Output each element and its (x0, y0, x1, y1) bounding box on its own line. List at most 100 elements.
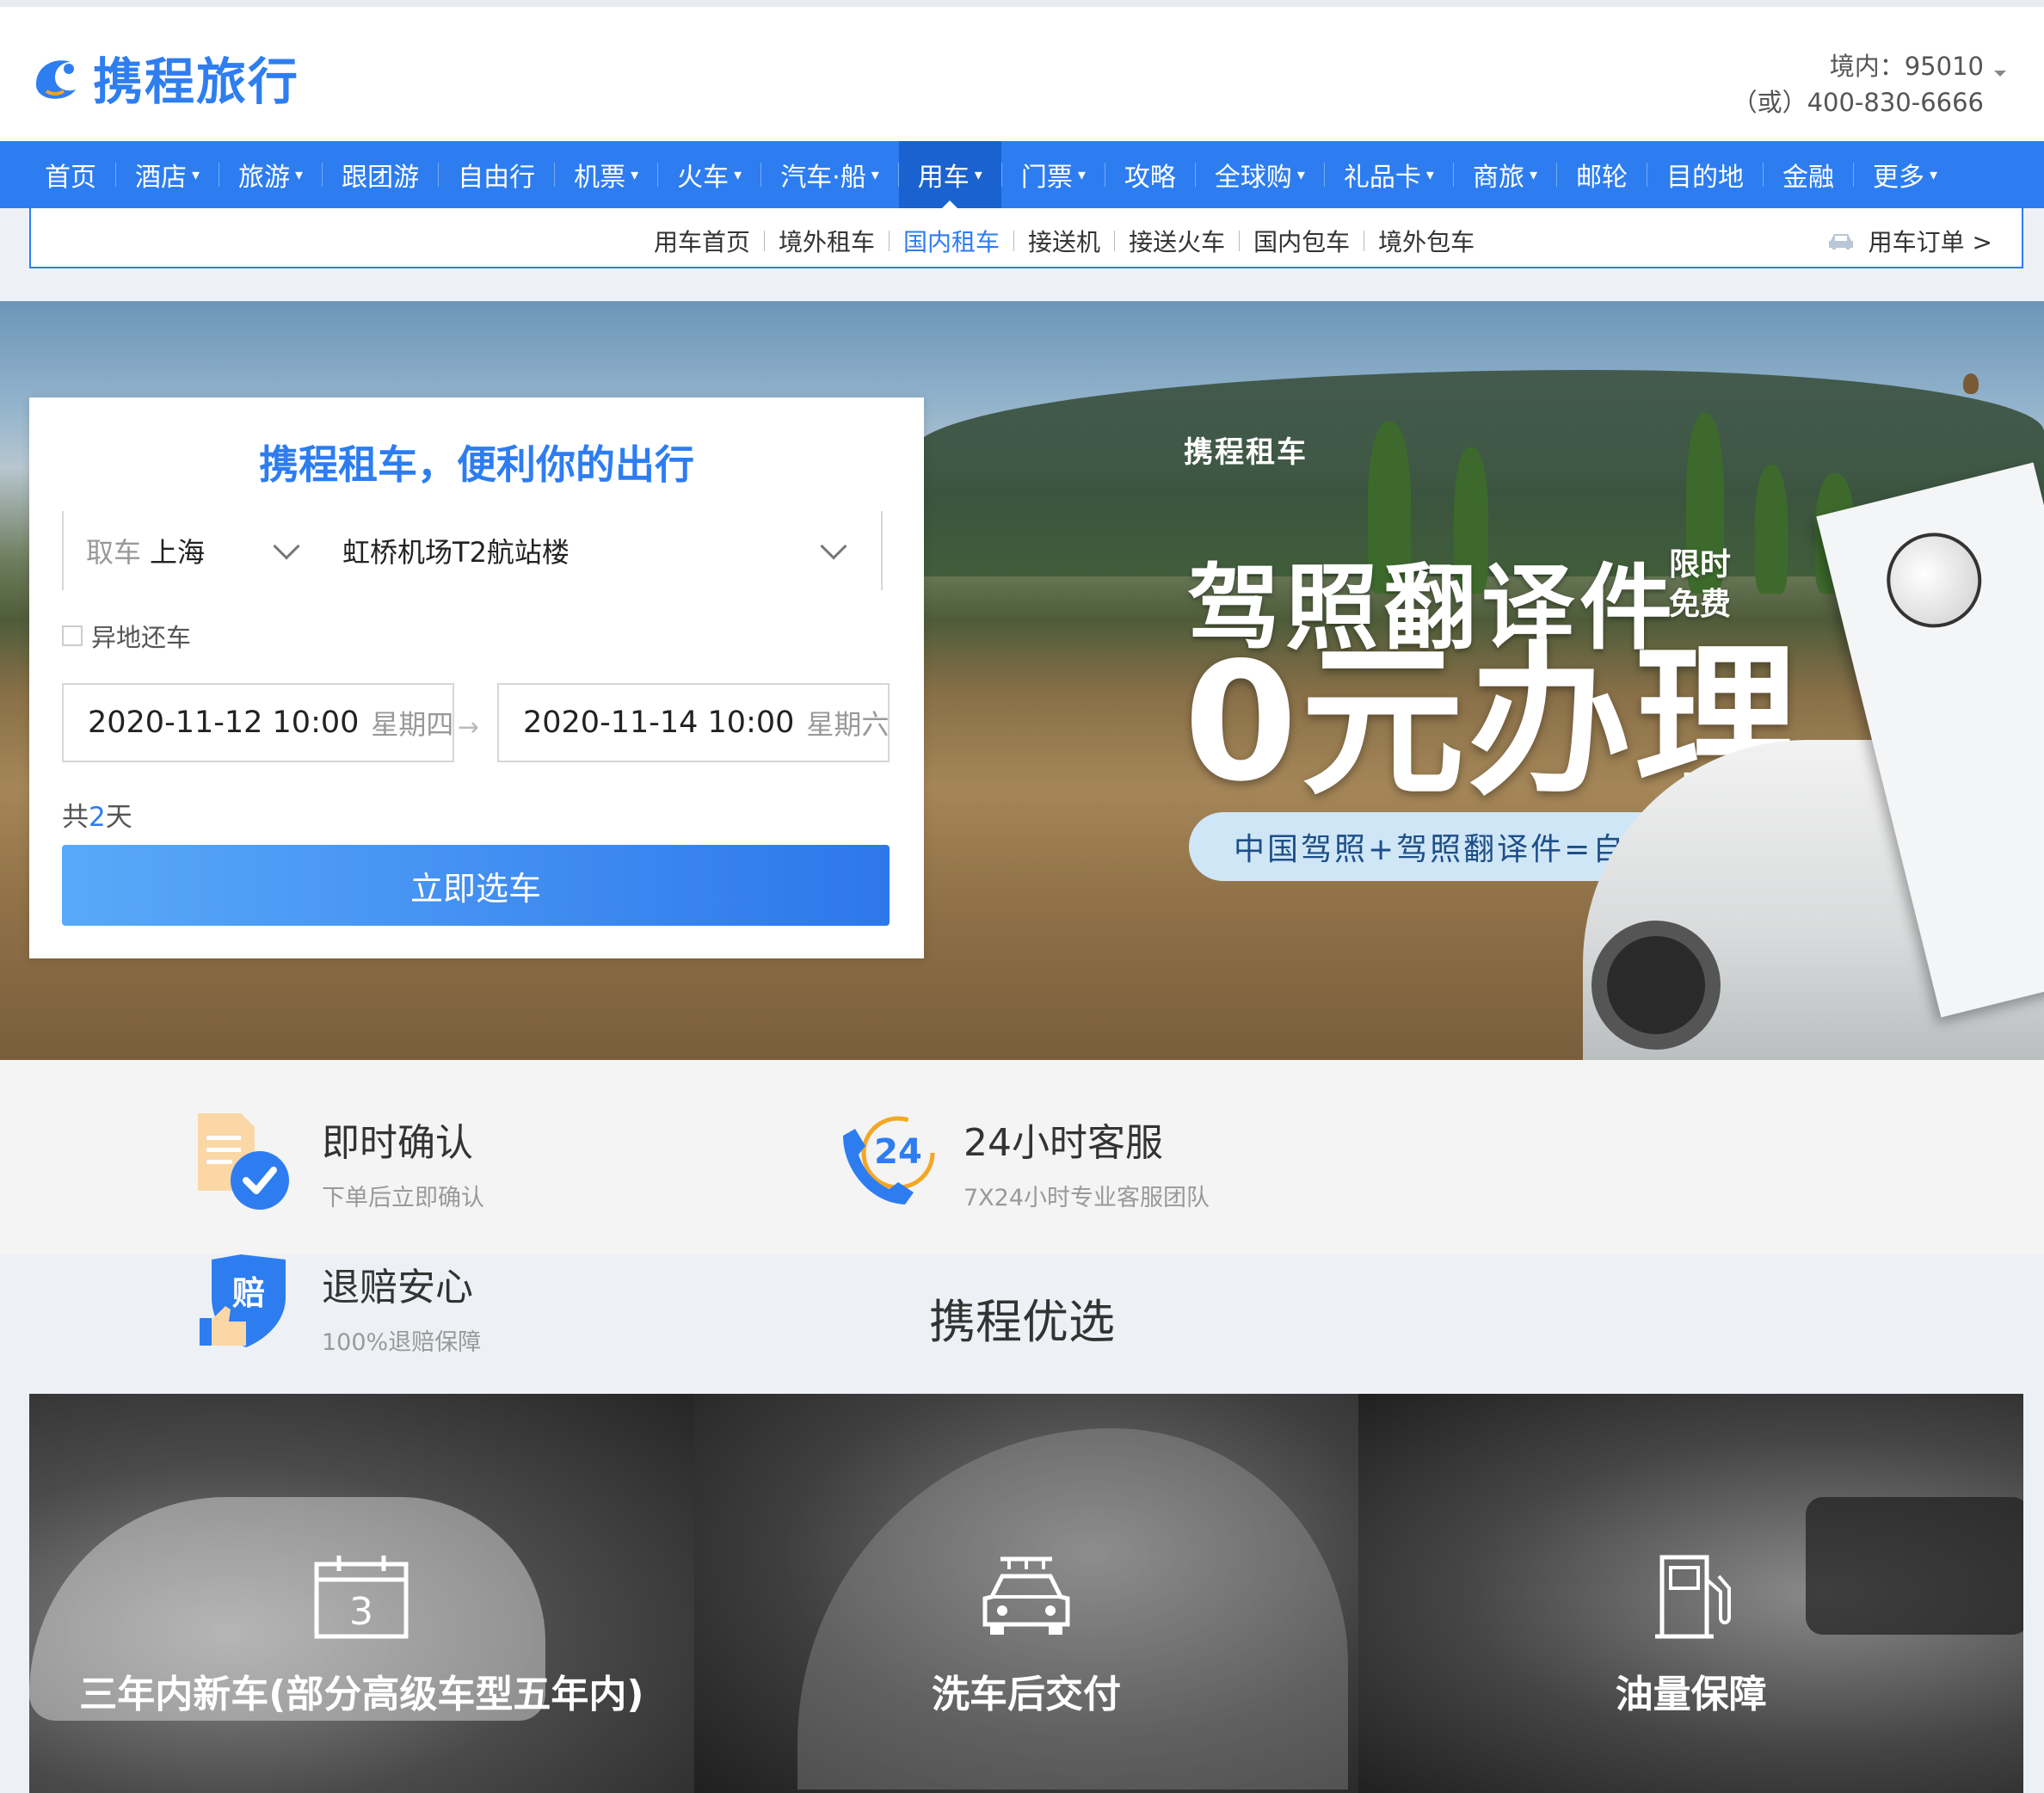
nav-item[interactable]: 邮轮 (1557, 141, 1647, 208)
chevron-down-icon: ▾ (974, 165, 982, 184)
picks-cards: 3 三年内新车(部分高级车型五年内) 洗车后交付 油量保障 (29, 1394, 2024, 1793)
nav-item-label: 酒店 (135, 163, 187, 193)
hero-tree (1755, 465, 1788, 594)
nav-item-label: 礼品卡 (1343, 163, 1421, 193)
pickup-place[interactable]: 虹桥机场T2航站楼 (342, 531, 807, 570)
picks-title: 携程优选 (929, 1295, 1115, 1349)
days-suffix: 天 (105, 802, 132, 833)
nav-item-label: 火车 (677, 163, 730, 193)
rental-search-panel: 携程租车，便利你的出行 取车 上海 虹桥机场T2航站楼 异地还车 2020-11… (29, 397, 924, 958)
return-datetime: 2020-11-14 10:00 (523, 705, 795, 740)
nav-item[interactable]: 攻略 (1105, 141, 1195, 208)
nav-item[interactable]: 首页 (26, 141, 115, 208)
promo-limited-free: 限时 免费 (1669, 545, 1731, 625)
nav-item[interactable]: 火车 ▾ (658, 141, 760, 208)
site-header: 携程旅行 境内：95010 （或）400-830-6666 (0, 0, 2044, 141)
chevron-down-icon: ▾ (1296, 165, 1305, 184)
features-strip: 即时确认 下单后立即确认 24 24小时客服 7X24小时专业客服团队 (0, 1060, 2044, 1254)
nav-item-label: 全球购 (1214, 163, 1292, 193)
chevron-down-icon: ▾ (1077, 165, 1086, 184)
nav-item[interactable]: 旅游 ▾ (219, 141, 322, 208)
nav-item[interactable]: 用车 ▾ (898, 141, 1001, 208)
select-car-button[interactable]: 立即选车 (62, 845, 890, 926)
pickup-location-field[interactable]: 取车 上海 虹桥机场T2航站楼 (62, 511, 883, 590)
nav-item-label: 金融 (1782, 163, 1835, 193)
fuel-pump-icon (1654, 1555, 1731, 1639)
pickup-datetime-field[interactable]: 2020-11-12 10:00 星期四 (62, 683, 454, 762)
diff-return-checkbox[interactable]: 异地还车 (62, 618, 191, 654)
calendar-glyph: 3 (349, 1590, 373, 1634)
nav-item-label: 旅游 (238, 163, 291, 193)
nav-item-label: 邮轮 (1576, 163, 1628, 193)
nav-item-label: 门票 (1020, 163, 1073, 193)
pick-card-label: 油量保障 (1615, 1673, 1767, 1716)
chevron-down-icon: ▾ (631, 165, 639, 184)
brand-name: 携程旅行 (93, 52, 300, 111)
sub-nav-link[interactable]: 境外租车 (765, 224, 889, 258)
feature-text: 24小时客服 7X24小时专业客服团队 (964, 1112, 1210, 1212)
feature-text: 即时确认 下单后立即确认 (322, 1112, 484, 1212)
nav-item[interactable]: 更多 ▾ (1854, 141, 1956, 208)
feature-subtitle: 7X24小时专业客服团队 (964, 1184, 1210, 1211)
sub-nav-link[interactable]: 接送火车 (1115, 224, 1239, 258)
chevron-down-icon: ▾ (295, 165, 304, 184)
nav-item[interactable]: 酒店 ▾ (116, 141, 219, 208)
nav-item[interactable]: 商旅 ▾ (1454, 141, 1556, 208)
sub-nav-link[interactable]: 境外包车 (1364, 224, 1488, 258)
return-datetime-field[interactable]: 2020-11-14 10:00 星期六 (497, 683, 890, 762)
hot-air-balloon (1963, 373, 1979, 394)
pick-card-car-wash[interactable]: 洗车后交付 (693, 1394, 1359, 1793)
date-range-arrow-icon: → (458, 712, 480, 742)
nav-item[interactable]: 门票 ▾ (1002, 141, 1105, 208)
nav-item-label: 自由行 (458, 163, 536, 193)
nav-item[interactable]: 礼品卡 ▾ (1325, 141, 1453, 208)
car-wash-icon (982, 1556, 1070, 1635)
document-check-icon (198, 1113, 289, 1210)
feature-subtitle: 下单后立即确认 (322, 1184, 484, 1211)
pick-card-new-car[interactable]: 3 三年内新车(部分高级车型五年内) (29, 1394, 694, 1793)
main-nav: 首页 酒店 ▾ 旅游 ▾ 跟团游 自由行 机票 ▾ 火车 ▾ 汽车·船 ▾ 用车 ▾ 门票 ▾ 攻略 全球购 ▾ 礼品卡… (0, 141, 2044, 208)
pickup-city[interactable]: 上海 (150, 531, 253, 570)
hero-car-wheel (1591, 921, 1721, 1050)
nav-item[interactable]: 自由行 (439, 141, 554, 208)
place-chevron-down-icon[interactable] (820, 533, 847, 560)
nav-item-label: 汽车·船 (780, 163, 866, 193)
sub-nav-link[interactable]: 接送机 (1014, 224, 1114, 258)
nav-item-label: 机票 (574, 163, 626, 193)
car-order-link[interactable]: 用车订单 > (1827, 224, 1992, 258)
checkbox-box[interactable] (62, 625, 83, 646)
city-chevron-down-icon[interactable] (273, 533, 300, 560)
nav-item[interactable]: 目的地 (1647, 141, 1763, 208)
nav-item[interactable]: 跟团游 (323, 141, 438, 208)
globe-icon (1876, 522, 1992, 638)
promo-limited-label: 限时 (1669, 547, 1732, 582)
nav-item[interactable]: 金融 (1764, 141, 1853, 208)
picks-section: 赔 退赔安心 100%退赔保障 携程优选 3 三年内新车(部分高级车型五年内) (0, 1254, 2044, 1793)
feature-24h-service: 24 24小时客服 7X24小时专业客服团队 (836, 1110, 1210, 1213)
sub-nav-link[interactable]: 国内租车 (890, 224, 1013, 258)
nav-item[interactable]: 机票 ▾ (555, 141, 657, 208)
sub-nav-link[interactable]: 用车首页 (640, 224, 764, 258)
pickup-label: 取车 (86, 536, 142, 569)
pick-card-fuel[interactable]: 油量保障 (1358, 1394, 2024, 1793)
nav-item-label: 目的地 (1666, 163, 1745, 193)
return-weekday: 星期六 (806, 708, 890, 741)
calendar-icon: 3 (314, 1556, 409, 1639)
pickup-datetime: 2020-11-12 10:00 (88, 705, 360, 740)
nav-item[interactable]: 汽车·船 ▾ (761, 141, 898, 208)
hotline-dropdown-icon[interactable] (1994, 71, 2006, 77)
search-title: 携程租车，便利你的出行 (259, 441, 694, 488)
sub-nav-link[interactable]: 国内包车 (1240, 224, 1364, 258)
phone-badge-label: 24 (874, 1132, 922, 1172)
sub-nav-links: 用车首页 境外租车 国内租车 接送机 接送火车 国内包车 境外包车 (640, 224, 1488, 258)
nav-item-label: 用车 (917, 163, 970, 193)
nav-item-label: 更多 (1873, 163, 1925, 193)
hotline-alt: （或）400-830-6666 (1732, 88, 1984, 117)
pickup-weekday: 星期四 (371, 708, 454, 741)
feature-title: 24小时客服 (964, 1120, 1163, 1165)
site-logo[interactable]: 携程旅行 (29, 43, 299, 112)
nav-item[interactable]: 全球购 ▾ (1196, 141, 1324, 208)
nav-item-label: 商旅 (1472, 163, 1524, 193)
nav-item-label: 首页 (45, 163, 96, 193)
customer-hotline: 境内：95010 （或）400-830-6666 (1733, 48, 1984, 120)
